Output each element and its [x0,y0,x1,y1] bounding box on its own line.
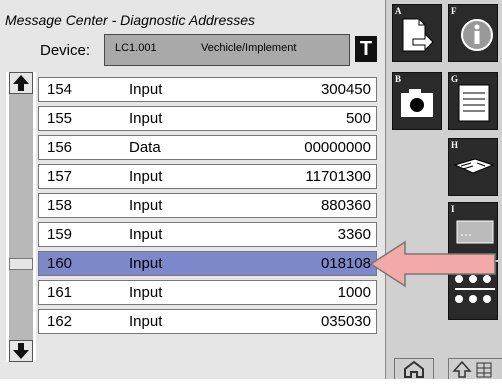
key-label: A [395,6,402,16]
sidebar-button-g[interactable]: G [448,72,498,130]
device-label: Device: [40,42,91,59]
menu-up-button[interactable] [448,358,502,379]
value-cell: 035030 [320,313,371,330]
value-cell: 11701300 [305,168,371,185]
address-cell: 161 [47,284,73,301]
device-description: Vechicle/Implement [201,42,297,54]
address-cell: 162 [47,313,73,330]
home-icon [404,360,424,378]
device-selector[interactable]: LC1.001 Vechicle/Implement [104,34,449,66]
type-cell: Input [129,284,163,301]
page-title: Message Center - Diagnostic Addresses [5,12,256,28]
table-row[interactable]: 157 Input 11701300 [38,164,377,189]
scroll-track[interactable] [9,94,33,340]
value-cell: 300450 [320,81,371,98]
annotation-arrow-icon [369,240,496,288]
arrow-up-icon [13,75,29,91]
scroll-thumb[interactable] [9,258,33,270]
table-row[interactable]: 162 Input 035030 [38,309,377,334]
table-row[interactable]: 158 Input 880360 [38,193,377,218]
type-cell: Input [129,197,163,214]
function-sidebar: A F B G H I [385,0,502,379]
address-cell: 157 [47,168,73,185]
value-cell: 500 [345,110,371,127]
message-center-panel: Message Center - Diagnostic Addresses De… [0,0,449,379]
address-cell: 156 [47,139,73,156]
address-cell: 159 [47,226,73,243]
type-cell: Input [129,110,163,127]
type-cell: Input [129,81,163,98]
arrow-down-icon [13,343,29,359]
sidebar-button-h[interactable]: H [448,138,498,196]
table-row[interactable]: 154 Input 300450 [38,77,377,102]
key-label: H [451,140,459,150]
table-row[interactable]: 155 Input 500 [38,106,377,131]
type-cell: Input [129,226,163,243]
value-cell: 018108 [320,255,371,272]
sidebar-button-a[interactable]: A [392,4,442,62]
table-row[interactable]: 159 Input 3360 [38,222,377,247]
address-cell: 160 [47,255,73,272]
value-cell: 00000000 [304,139,371,156]
table-row[interactable]: 161 Input 1000 [38,280,377,305]
sidebar-button-f[interactable]: F [448,4,498,62]
address-cell: 155 [47,110,73,127]
type-cell: Input [129,255,163,272]
scrollbar[interactable] [6,72,36,362]
type-cell: Input [129,168,163,185]
table-row[interactable]: 156 Data 00000000 [38,135,377,160]
key-label: B [395,74,402,84]
scroll-up-button[interactable] [9,72,33,94]
key-label: G [451,74,459,84]
address-cell: 158 [47,197,73,214]
address-cell: 154 [47,81,73,98]
type-cell: Input [129,313,163,330]
value-cell: 880360 [320,197,371,214]
key-label: F [451,6,457,16]
table-row-selected[interactable]: 160 Input 018108 [38,251,377,276]
home-button[interactable] [394,358,434,379]
sidebar-button-b[interactable]: B [392,72,442,130]
scroll-down-button[interactable] [9,340,33,362]
device-code: LC1.001 [115,42,157,54]
key-label: I [451,204,455,214]
type-cell: Data [129,139,161,156]
shift-grid-icon [452,360,492,378]
t-button[interactable]: T [355,36,377,62]
